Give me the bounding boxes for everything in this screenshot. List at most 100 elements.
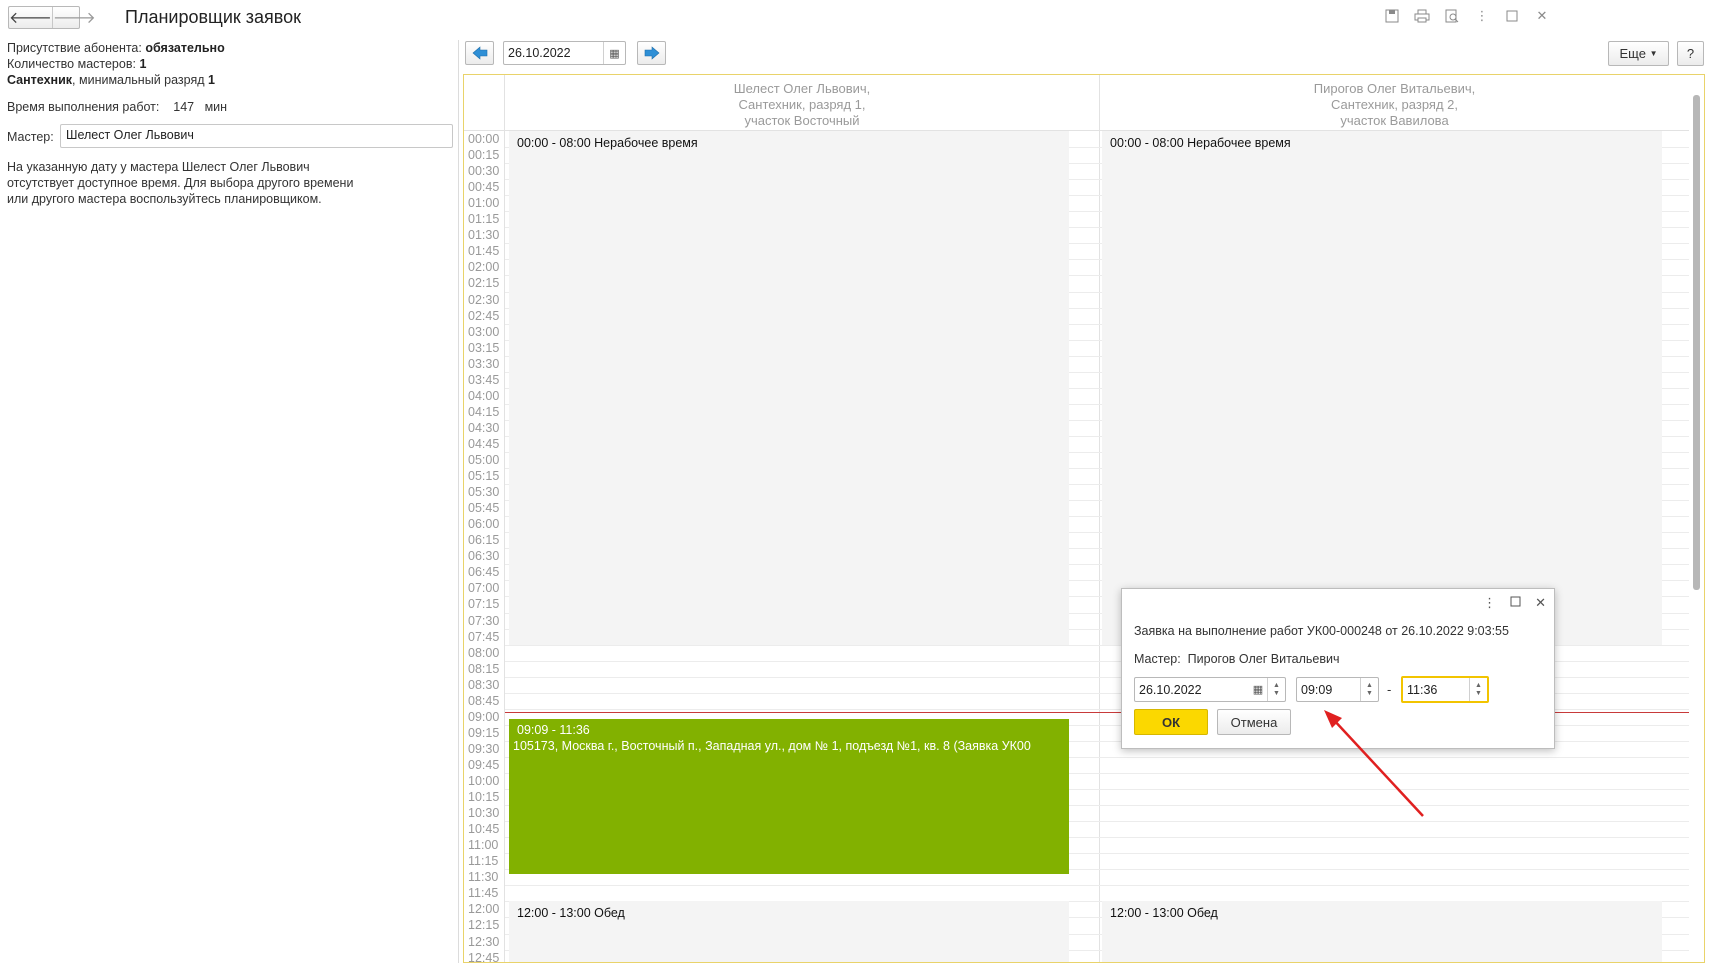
time-slot-label: 10:15 — [468, 790, 500, 805]
time-slot-label: 12:30 — [468, 934, 500, 949]
column-header-master-2: Пирогов Олег Витальевич, Сантехник, разр… — [1313, 81, 1476, 128]
time-slot-label: 09:30 — [468, 741, 500, 756]
time-range-dash: - — [1387, 682, 1392, 697]
time-slot-label: 03:15 — [468, 340, 500, 355]
time-slot-label: 04:15 — [468, 404, 500, 419]
maximize-icon[interactable] — [1504, 8, 1520, 24]
time-slot-label: 11:15 — [468, 854, 499, 869]
time-slot-label: 05:15 — [468, 469, 500, 484]
time-slot-divider — [505, 885, 1689, 887]
time-from-spinner[interactable]: ▲ ▼ — [1360, 678, 1378, 701]
time-slot-label: 00:30 — [468, 164, 500, 179]
time-slot-label: 04:00 — [468, 388, 500, 403]
back-button[interactable]: 🡐 — [9, 7, 52, 28]
scheduler-grid[interactable]: Шелест Олег Львович, Сантехник, разряд 1… — [463, 74, 1705, 963]
arrow-left-icon — [472, 46, 487, 60]
calendar-icon[interactable]: ▦ — [1249, 683, 1267, 696]
save-icon[interactable] — [1384, 8, 1400, 24]
time-slot-label: 08:30 — [468, 677, 500, 692]
time-slot-label: 09:15 — [468, 725, 500, 740]
time-slot-label: 03:45 — [468, 372, 500, 387]
print-icon[interactable] — [1414, 8, 1430, 24]
time-slot-label: 09:00 — [468, 709, 500, 724]
arrow-right-icon — [644, 46, 659, 60]
specialty-info: Сантехник, минимальный разряд 1 — [7, 73, 215, 87]
time-slot-label: 01:45 — [468, 244, 500, 259]
time-slot-label: 05:00 — [468, 453, 500, 467]
time-slot-label: 05:45 — [468, 501, 500, 516]
date-field[interactable]: 26.10.2022 ▦ — [503, 41, 626, 65]
time-slot-label: 10:45 — [468, 822, 500, 837]
time-slot-label: 12:00 — [468, 902, 500, 917]
dialog-master-info: Мастер: Пирогов Олег Витальевич — [1134, 652, 1340, 666]
prev-day-button[interactable] — [465, 41, 494, 65]
panel-divider — [458, 40, 459, 963]
time-slot-label: 00:00 — [468, 132, 500, 146]
dialog-title: Заявка на выполнение работ УК00-000248 о… — [1134, 624, 1509, 638]
nonwork-block-master-2[interactable]: 00:00 - 08:00 Нерабочее время — [1102, 131, 1662, 645]
time-slot-label: 01:30 — [468, 228, 500, 243]
ok-button[interactable]: ОК — [1134, 709, 1208, 735]
time-slot-label: 11:30 — [468, 870, 499, 885]
more-vert-icon[interactable]: ⋮ — [1483, 595, 1496, 611]
maximize-icon[interactable] — [1510, 595, 1521, 611]
forward-button[interactable]: 🡒 — [51, 7, 96, 28]
availability-note: На указанную дату у мастера Шелест Олег … — [7, 160, 354, 206]
close-icon[interactable]: ✕ — [1535, 595, 1546, 611]
window-title: Планировщик заявок — [125, 7, 302, 27]
time-slot-label: 02:30 — [468, 292, 500, 307]
time-slot-label: 06:15 — [468, 533, 500, 548]
more-button[interactable]: Еще ▼ — [1608, 41, 1669, 66]
nonwork-block-master-1[interactable]: 00:00 - 08:00 Нерабочее время — [509, 131, 1069, 645]
time-slot-label: 00:45 — [468, 180, 500, 195]
time-slot-label: 03:30 — [468, 356, 500, 371]
time-slot-label: 04:45 — [468, 436, 500, 451]
close-icon[interactable]: ✕ — [1534, 8, 1550, 24]
window-actions: ⋮ ✕ — [1384, 8, 1550, 24]
time-from-field[interactable]: 09:09 ▲ ▼ — [1296, 677, 1379, 702]
time-slot-label: 07:30 — [468, 613, 500, 628]
chevron-down-icon: ▼ — [1649, 49, 1658, 58]
time-slot-label: 07:15 — [468, 597, 500, 612]
time-to-field[interactable]: 11:36 ▲ ▼ — [1401, 676, 1489, 703]
time-slot-label: 06:45 — [468, 565, 500, 580]
time-slot-label: 12:15 — [468, 918, 500, 933]
time-slot-label: 01:15 — [468, 212, 500, 227]
preview-icon[interactable] — [1444, 8, 1460, 24]
time-slot-label: 08:45 — [468, 693, 500, 708]
presence-info: Присутствие абонента: обязательно — [7, 41, 225, 55]
time-to-spinner[interactable]: ▲ ▼ — [1469, 678, 1487, 701]
date-spinner[interactable]: ▲ ▼ — [1267, 678, 1285, 701]
time-slot-label: 08:15 — [468, 661, 500, 676]
arrow-right-icon: 🡒 — [52, 10, 96, 27]
history-nav: 🡐 🡒 — [8, 6, 96, 29]
column-header-master-1: Шелест Олег Львович, Сантехник, разряд 1… — [733, 81, 871, 128]
time-slot-label: 09:45 — [468, 757, 500, 772]
time-slot-label: 04:30 — [468, 420, 500, 435]
time-slot-label: 11:45 — [468, 886, 499, 901]
masters-count-info: Количество мастеров: 1 — [7, 57, 147, 71]
dialog-date-field[interactable]: 26.10.2022 ▦ ▲ ▼ — [1134, 677, 1286, 702]
lunch-block-master-2[interactable]: 12:00 - 13:00 Обед — [1102, 901, 1662, 962]
time-slot-label: 02:00 — [468, 260, 500, 275]
next-day-button[interactable] — [637, 41, 666, 65]
time-slot-label: 07:00 — [468, 581, 500, 596]
more-vert-icon[interactable]: ⋮ — [1474, 8, 1490, 24]
time-slot-label: 05:30 — [468, 485, 500, 500]
time-slot-label: 10:30 — [468, 806, 500, 821]
time-slot-label: 03:00 — [468, 324, 500, 339]
annotation-arrow — [1324, 710, 1424, 817]
time-slot-label: 06:00 — [468, 517, 500, 532]
help-button[interactable]: ? — [1677, 41, 1704, 66]
time-slot-label: 00:15 — [468, 148, 500, 163]
calendar-icon[interactable]: ▦ — [603, 42, 625, 64]
scrollbar-thumb[interactable] — [1693, 95, 1700, 590]
time-slot-label: 08:00 — [468, 645, 500, 660]
booking-block[interactable]: 09:09 - 11:36 105173, Москва г., Восточн… — [509, 719, 1069, 874]
vertical-scrollbar[interactable] — [1690, 75, 1702, 962]
master-field[interactable]: Шелест Олег Львович — [60, 124, 453, 148]
time-slot-label: 01:00 — [468, 196, 500, 211]
arrow-left-icon: 🡐 — [9, 10, 52, 27]
cancel-button[interactable]: Отмена — [1217, 709, 1291, 735]
lunch-block-master-1[interactable]: 12:00 - 13:00 Обед — [509, 901, 1069, 962]
